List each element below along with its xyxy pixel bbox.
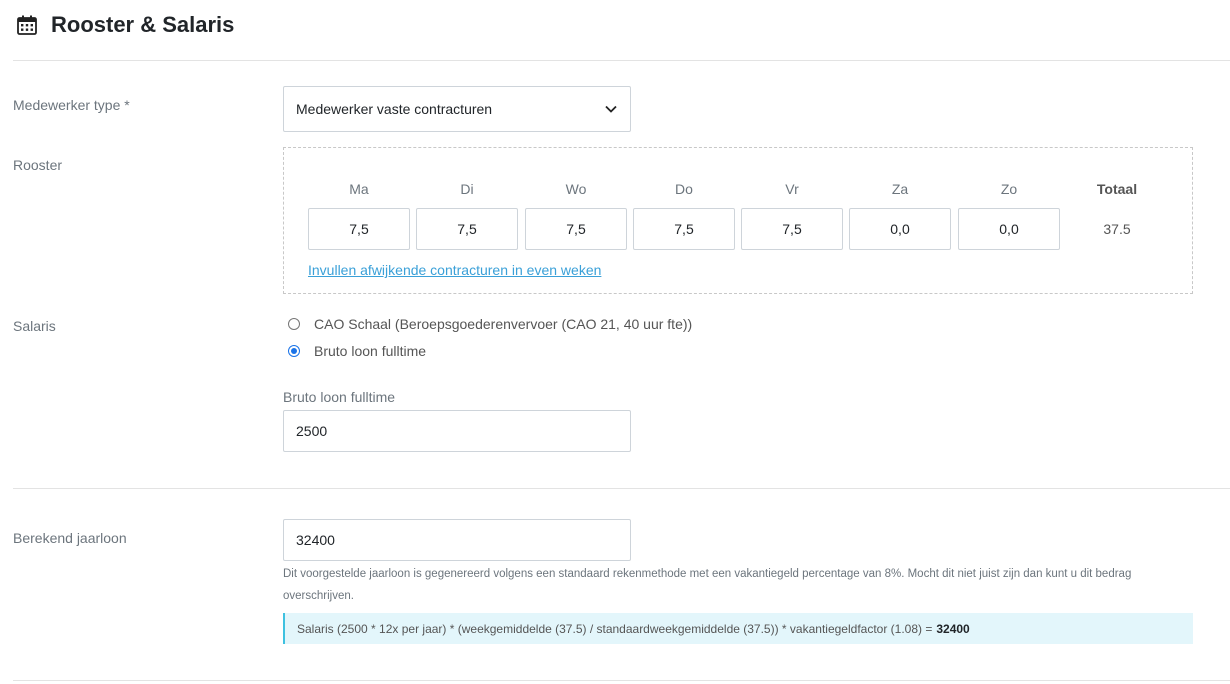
divider <box>13 680 1230 681</box>
radio-bruto[interactable] <box>288 345 300 357</box>
annual-salary-label: Berekend jaarloon <box>13 530 127 546</box>
employee-type-label: Medewerker type * <box>13 97 130 113</box>
annual-salary-input[interactable]: 32400 <box>283 519 631 561</box>
salary-option-bruto-label: Bruto loon fulltime <box>314 343 427 359</box>
section-header: Rooster & Salaris <box>17 10 234 40</box>
page-title: Rooster & Salaris <box>51 12 235 37</box>
formula-text: Salaris (2500 * 12x per jaar) * (weekgem… <box>297 621 933 636</box>
salary-option-cao[interactable]: CAO Schaal (Beroepsgoederenvervoer (CAO … <box>288 316 692 332</box>
hours-input-wo[interactable]: 7,5 <box>525 208 627 250</box>
hours-input-do[interactable]: 7,5 <box>633 208 735 250</box>
calendar-icon <box>17 15 37 35</box>
day-header-vr: Vr <box>785 181 799 197</box>
hours-input-ma[interactable]: 7,5 <box>308 208 410 250</box>
radio-cao[interactable] <box>288 318 300 330</box>
salary-option-bruto[interactable]: Bruto loon fulltime <box>288 343 426 359</box>
hours-input-za[interactable]: 0,0 <box>849 208 951 250</box>
chevron-down-icon <box>605 105 617 113</box>
hours-input-zo[interactable]: 0,0 <box>958 208 1060 250</box>
day-header-wo: Wo <box>565 181 587 197</box>
bruto-input[interactable]: 2500 <box>283 410 631 452</box>
day-header-za: Za <box>891 181 909 197</box>
employee-type-value: Medewerker vaste contracturen <box>296 101 493 117</box>
day-header-do: Do <box>675 181 693 197</box>
alternate-hours-link[interactable]: Invullen afwijkende contracturen in even… <box>308 262 601 278</box>
formula-result: 32400 <box>936 621 970 636</box>
hours-input-di[interactable]: 7,5 <box>416 208 518 250</box>
divider <box>13 488 1230 489</box>
rooster-label: Rooster <box>13 157 63 173</box>
salary-label: Salaris <box>13 318 56 334</box>
day-header-zo: Zo <box>1000 181 1018 197</box>
employee-type-select[interactable]: Medewerker vaste contracturen <box>283 86 631 132</box>
salary-option-cao-label: CAO Schaal (Beroepsgoederenvervoer (CAO … <box>314 316 693 332</box>
hours-input-vr[interactable]: 7,5 <box>741 208 843 250</box>
total-hours-value: 37.5 <box>1103 221 1131 237</box>
divider <box>13 60 1230 61</box>
day-header-di: Di <box>460 181 474 197</box>
day-header-ma: Ma <box>349 181 369 197</box>
rooster-grid: Ma Di Wo Do Vr Za Zo Totaal 7,5 7,5 7,5 … <box>283 147 1193 294</box>
formula-info-box: Salaris (2500 * 12x per jaar) * (weekgem… <box>283 613 1193 644</box>
total-header: Totaal <box>1096 181 1138 197</box>
annual-salary-help-text: Dit voorgestelde jaarloon is gegenereerd… <box>283 568 1132 602</box>
bruto-field-label: Bruto loon fulltime <box>283 389 396 405</box>
